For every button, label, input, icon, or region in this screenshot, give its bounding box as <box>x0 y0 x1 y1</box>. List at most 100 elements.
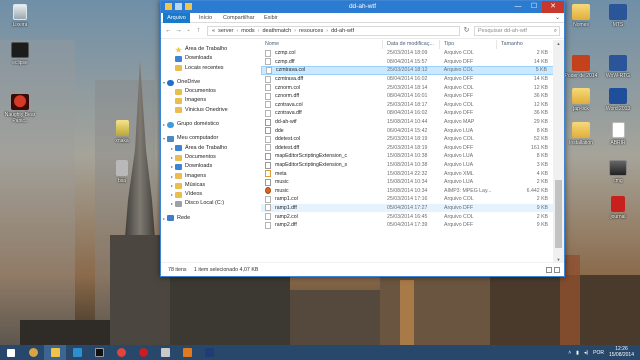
desktop-icon-game[interactable]: Naughty Bear Panic.. <box>0 94 40 124</box>
forward-button[interactable]: → <box>174 26 183 35</box>
breadcrumb-server[interactable]: server <box>218 27 233 35</box>
file-row[interactable]: cznorm.col 25/03/2014 18:14 Arquivo COL 12 … <box>261 83 554 92</box>
tray-expand-icon[interactable]: ˄ <box>568 350 571 356</box>
taskbar-app-media[interactable] <box>66 345 88 360</box>
tab-exibir[interactable]: Exibir <box>264 14 278 23</box>
large-icons-view-icon[interactable] <box>554 267 560 273</box>
details-view-icon[interactable] <box>546 267 552 273</box>
breadcrumb-overflow[interactable]: « <box>212 27 215 35</box>
taskbar-app-explorer[interactable] <box>44 345 66 360</box>
file-row[interactable]: meta 15/08/2014 22:32 Arquivo XML 4 KB <box>261 169 554 178</box>
nav-item[interactable]: ▾ OneDrive <box>161 78 261 87</box>
nav-item[interactable]: ▸ Vídeos <box>161 190 261 199</box>
breadcrumb-mods[interactable]: mods <box>241 27 254 35</box>
nav-item[interactable]: Locais recentes <box>161 64 261 73</box>
recent-locations-button[interactable]: ⌄ <box>184 26 193 35</box>
taskbar-app-generic[interactable] <box>154 345 176 360</box>
scroll-up-icon[interactable]: ▲ <box>553 41 564 46</box>
maximize-button[interactable]: ☐ <box>526 1 542 13</box>
file-row[interactable]: czmtrava.col 25/03/2014 18:12 Arquivo COL 5… <box>261 66 554 75</box>
nav-item[interactable]: ▸ Músicas <box>161 181 261 190</box>
tab-arquivo[interactable]: Arquivo <box>163 13 190 23</box>
column-header-name[interactable]: Nome <box>261 40 383 49</box>
nav-item[interactable]: Área de Trabalho <box>161 45 261 54</box>
taskbar-app-photoshop[interactable] <box>198 345 220 360</box>
refresh-button[interactable]: ↻ <box>462 26 471 35</box>
address-bar[interactable]: « server › mods › deathmatch › resources… <box>207 26 460 36</box>
file-row[interactable]: music 15/08/2014 10:34 AIMP3: MPEG Lay... 6… <box>261 187 554 196</box>
desktop-icon-abrir[interactable]: ABRIR <box>598 122 638 146</box>
minimize-button[interactable]: — <box>510 1 526 13</box>
file-row[interactable]: czmp.col 25/03/2014 18:09 Arquivo COL 2 KB <box>261 49 554 58</box>
file-row[interactable]: ramp2.col 25/03/2014 16:45 Arquivo COL 2 KB <box>261 212 554 221</box>
nav-item[interactable]: Vinicius Onedrive <box>161 106 261 115</box>
title-bar[interactable]: dd-ah-wtf — ☐ ✕ <box>161 1 564 13</box>
start-button[interactable] <box>0 345 22 360</box>
nav-item[interactable]: Downloads <box>161 54 261 63</box>
breadcrumb-resources[interactable]: resources <box>299 27 323 35</box>
file-row[interactable]: ddetest.col 25/03/2014 18:19 Arquivo COL 52… <box>261 135 554 144</box>
desktop-icon-journal[interactable]: journal <box>598 196 638 220</box>
nav-item[interactable]: Imagens <box>161 96 261 105</box>
tab-compartilhar[interactable]: Compartilhar <box>223 14 254 23</box>
ribbon-expand-icon[interactable]: ⌄ <box>555 14 560 21</box>
file-row[interactable]: ramp2.dff 05/04/2014 17:39 Arquivo DFF 9 KB <box>261 221 554 230</box>
taskbar-app-chrome[interactable] <box>110 345 132 360</box>
desktop-icon-word-2013[interactable]: Word 2013 <box>598 88 638 112</box>
file-row[interactable]: mapEditorScriptingExtension_s 15/08/2014 … <box>261 161 554 170</box>
breadcrumb-deathmatch[interactable]: deathmatch <box>262 27 291 35</box>
file-row[interactable]: music 15/08/2014 10:34 Arquivo LUA 2 KB <box>261 178 554 187</box>
desktop-icon-bsa[interactable]: bsa <box>102 160 142 184</box>
vertical-scrollbar[interactable]: ▲ ▼ <box>553 40 564 263</box>
desktop-icon-jap-tick[interactable]: jap-tick <box>561 88 601 112</box>
file-row[interactable]: czntrava.dff 08/04/2014 16:02 Arquivo DFF 3… <box>261 109 554 118</box>
taskbar-app-ie[interactable] <box>22 345 44 360</box>
network-tray-icon[interactable]: ▮ <box>576 350 579 356</box>
up-button[interactable]: ↑ <box>194 26 203 35</box>
desktop-icon-eclipse[interactable]: eclipse <box>0 42 40 66</box>
file-row[interactable]: ramp1.col 25/03/2014 17:16 Arquivo COL 2 KB <box>261 195 554 204</box>
desktop-icon-mts[interactable]: MTS <box>598 4 638 28</box>
column-header-date[interactable]: Data de modificaç... <box>383 40 440 49</box>
volume-tray-icon[interactable]: ◂) <box>584 350 588 356</box>
file-row[interactable]: dde 06/04/2014 15:42 Arquivo LUA 8 KB <box>261 126 554 135</box>
desktop-icon-xnaka[interactable]: xnaka <box>102 120 142 144</box>
taskbar-app-terminal[interactable] <box>88 345 110 360</box>
language-indicator[interactable]: POR <box>593 350 604 356</box>
desktop-icon-cmg[interactable]: cmg <box>598 160 638 184</box>
scrollbar-thumb[interactable] <box>555 180 562 248</box>
file-row[interactable]: mapEditorScriptingExtension_c 15/08/2014 … <box>261 152 554 161</box>
nav-item[interactable]: ▸ Downloads <box>161 162 261 171</box>
desktop-icon-poder[interactable]: Poder de 2014 <box>561 55 601 79</box>
nav-item[interactable]: ▸ Grupo doméstico <box>161 120 261 129</box>
file-row[interactable]: czmtrava.dff 08/04/2014 16:02 Arquivo DFF 1… <box>261 75 554 84</box>
tab-inicio[interactable]: Início <box>199 14 212 23</box>
desktop-icon-wow[interactable]: WoW-RTG <box>598 55 638 79</box>
file-explorer-window[interactable]: dd-ah-wtf — ☐ ✕ Arquivo Início Compartil… <box>160 0 565 277</box>
desktop-icon-recycle-bin[interactable]: Lixeira <box>0 4 40 28</box>
search-input[interactable]: Pesquisar dd-ah-wtf ⌕ <box>474 26 560 36</box>
nav-item[interactable]: Documentos <box>161 87 261 96</box>
file-row[interactable]: cznorm.dff 08/04/2014 16:01 Arquivo DFF 36 … <box>261 92 554 101</box>
file-list[interactable]: Nome Data de modificaç... Tipo Tamanho c… <box>261 40 554 263</box>
nav-item[interactable]: ▸ Disco Local (C:) <box>161 199 261 208</box>
search-icon[interactable]: ⌕ <box>554 27 557 35</box>
nav-item[interactable]: ▸ Rede <box>161 214 261 223</box>
nav-item[interactable]: ▸ Documentos <box>161 153 261 162</box>
clock[interactable]: 12:26 15/08/2014 <box>609 346 634 358</box>
file-row[interactable]: ramp1.dff 05/04/2014 17:27 Arquivo DFF 9 KB <box>261 203 554 213</box>
file-row[interactable]: czmp.dff 08/04/2014 15:57 Arquivo DFF 14 KB <box>261 58 554 67</box>
back-button[interactable]: ← <box>164 26 173 35</box>
file-row[interactable]: dd-ah-wtf 15/08/2014 10:44 Arquivo MAP 29 K… <box>261 118 554 127</box>
nav-item[interactable]: ▸ Área de Trabalho <box>161 144 261 153</box>
desktop-icon-nomes[interactable]: Nomes <box>561 4 601 28</box>
nav-item[interactable]: ▾ Meu computador <box>161 134 261 143</box>
breadcrumb-dd-ah-wtf[interactable]: dd-ah-wtf <box>331 27 354 35</box>
close-button[interactable]: ✕ <box>542 1 564 13</box>
nav-item[interactable]: ▸ Imagens <box>161 172 261 181</box>
file-row[interactable]: ddetest.dff 25/03/2014 18:19 Arquivo DFF 16… <box>261 144 554 153</box>
column-header-type[interactable]: Tipo <box>440 40 497 49</box>
taskbar-app-opera[interactable] <box>132 345 154 360</box>
taskbar-app-mta[interactable] <box>176 345 198 360</box>
column-header-size[interactable]: Tamanho <box>497 40 554 49</box>
